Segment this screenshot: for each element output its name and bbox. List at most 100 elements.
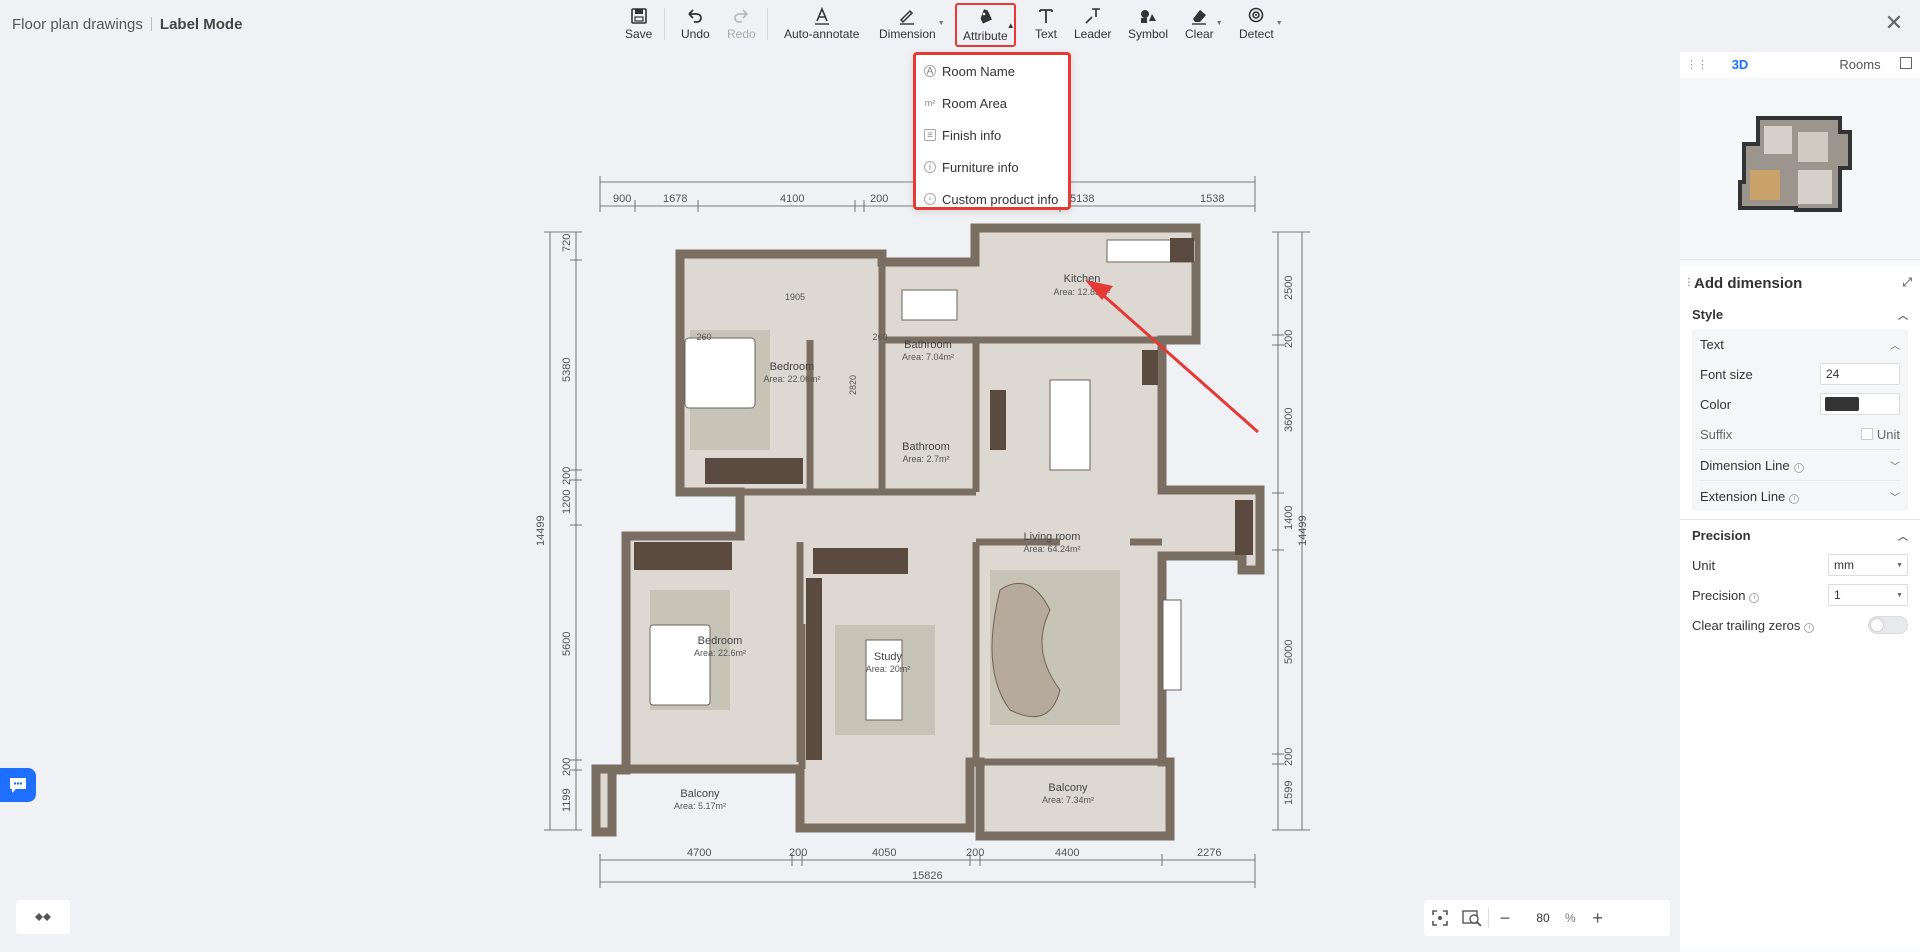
dim-right-1: 200 <box>1283 330 1295 348</box>
redo-button[interactable]: Redo <box>727 6 756 44</box>
dim-bottom-0: 4700 <box>687 847 711 859</box>
dim-right-total: 14499 <box>1297 515 1309 546</box>
leader-icon <box>1085 8 1100 24</box>
chevron-down-icon: ▼ <box>1896 561 1903 569</box>
undo-button[interactable]: Undo <box>681 6 710 44</box>
room-label-bedroom-2: Bedroom <box>698 635 743 647</box>
precision-section-title: Precision <box>1692 527 1751 543</box>
symbol-icon <box>1141 10 1156 23</box>
dim-right-6: 1599 <box>1283 781 1295 805</box>
chat-icon <box>10 778 26 793</box>
room-area-bathroom-2: Area: 2.7m² <box>902 454 949 464</box>
chevron-up-icon: ︿ <box>1890 340 1900 352</box>
inner-dim: 260 <box>696 332 711 342</box>
room-area-balcony-1: Area: 5.17m² <box>674 801 726 811</box>
dim-left-total: 14499 <box>535 515 547 546</box>
leader-label: Leader <box>1074 27 1112 41</box>
dim-top-2: 4100 <box>780 193 804 205</box>
text-subsection-header[interactable]: Text ︿ <box>1692 329 1908 359</box>
auto-annotate-label: Auto-annotate <box>784 27 860 41</box>
save-button[interactable]: Save <box>625 6 652 44</box>
fit-view-button[interactable] <box>1424 902 1456 934</box>
menu-item-room-area[interactable]: m² Room Area <box>916 87 1068 119</box>
zoom-in-button[interactable]: + <box>1582 902 1614 934</box>
leader-button[interactable]: Leader <box>1074 6 1111 44</box>
dim-bottom-1: 200 <box>789 847 807 859</box>
save-label: Save <box>625 27 653 41</box>
drag-handle-icon[interactable]: ⋮⋮ <box>1684 277 1704 288</box>
unit-select[interactable]: mm ▼ <box>1828 554 1908 576</box>
zoom-region-button[interactable] <box>1456 902 1488 934</box>
dim-left-5: 200 <box>561 758 573 776</box>
zoom-out-button[interactable]: − <box>1489 902 1521 934</box>
minimap-tabs: 3D Rooms <box>1680 52 1920 76</box>
clear-button[interactable]: Clear ▼ <box>1185 6 1223 44</box>
undo-icon <box>688 9 703 23</box>
minimap-window-icon[interactable] <box>1900 57 1912 69</box>
redo-icon <box>734 9 748 23</box>
dimension-button[interactable]: Dimension ▼ <box>879 6 945 44</box>
menu-item-custom-product-info[interactable]: ◦ Custom product info <box>916 183 1068 215</box>
eraser-icon <box>1192 10 1207 25</box>
room-area-bathroom-1: Area: 7.04m² <box>902 352 954 362</box>
text-subsection: Text ︿ Font size 24 Color Suffix Unit Di… <box>1692 329 1908 511</box>
auto-annotate-button[interactable]: Auto-annotate <box>784 6 859 44</box>
unit-checkbox[interactable] <box>1860 428 1873 440</box>
dimension-icon <box>900 9 915 25</box>
dim-top-3: 200 <box>870 193 888 205</box>
menu-item-finish-info[interactable]: ≡ Finish info <box>916 119 1068 151</box>
style-section-header[interactable]: Style ︿ <box>1680 299 1920 329</box>
attribute-button[interactable]: Attribute ▲ <box>955 3 1016 47</box>
extension-line-header[interactable]: Extension Line i ﹀ <box>1692 481 1908 511</box>
dim-bottom-4: 4400 <box>1055 847 1079 859</box>
room-name-icon: A <box>924 65 936 77</box>
style-section-title: Style <box>1692 306 1724 322</box>
minimap: ⋮⋮ 3D Rooms <box>1680 52 1920 260</box>
dim-bottom-5: 2276 <box>1197 847 1221 859</box>
expand-icon[interactable]: ⤢ <box>1902 275 1912 290</box>
text-button[interactable]: Text <box>1035 6 1057 44</box>
zoom-input[interactable]: 80 <box>1521 906 1565 930</box>
close-icon[interactable]: ✕ <box>1882 12 1906 36</box>
precision-section-header[interactable]: Precision ︿ <box>1680 520 1920 550</box>
layers-icon <box>35 913 51 921</box>
chevron-down-icon: ▼ <box>937 20 945 27</box>
dimension-line-label: Dimension Line <box>1700 457 1790 473</box>
chevron-down-icon: ﹀ <box>1890 492 1900 504</box>
panel-header: ⋮⋮ Add dimension ⤢ <box>1680 267 1920 299</box>
color-swatch <box>1825 397 1859 411</box>
attribute-dropdown-menu: A Room Name m² Room Area ≡ Finish info i Fur… <box>913 52 1071 210</box>
drawing-canvas[interactable]: 900 1678 4100 200 5138 1538 720 5380 200… <box>0 50 1680 952</box>
dim-bottom-total: 15826 <box>912 870 943 882</box>
detect-button[interactable]: Detect ▼ <box>1239 6 1283 44</box>
dim-top-5: 1538 <box>1200 193 1224 205</box>
minimap-thumbnail[interactable] <box>1680 78 1920 258</box>
left-dimensions <box>544 231 582 831</box>
app-title[interactable]: Floor plan drawings <box>12 16 143 33</box>
color-row: Color <box>1692 389 1908 419</box>
info-icon: i <box>1804 622 1815 633</box>
symbol-button[interactable]: Symbol <box>1128 6 1168 44</box>
layers-button[interactable] <box>16 900 70 934</box>
precision-row: Precision i 1 ▼ <box>1680 580 1920 610</box>
menu-item-room-name[interactable]: A Room Name <box>916 55 1068 87</box>
drag-handle-icon[interactable]: ⋮⋮ <box>1686 58 1708 71</box>
menu-item-label: Furniture info <box>942 159 1019 175</box>
text-label: Text <box>1035 27 1058 41</box>
menu-item-furniture-info[interactable]: i Furniture info <box>916 151 1068 183</box>
floor-plan[interactable]: 900 1678 4100 200 5138 1538 720 5380 200… <box>530 170 1320 895</box>
clear-zeros-toggle[interactable] <box>1868 616 1908 634</box>
breadcrumb: Floor plan drawings Label Mode <box>12 16 242 33</box>
color-picker[interactable] <box>1820 393 1900 415</box>
font-size-input[interactable]: 24 <box>1820 363 1900 385</box>
attribute-tag-icon <box>980 8 993 24</box>
dimension-line-header[interactable]: Dimension Line i ﹀ <box>1692 450 1908 480</box>
precision-select[interactable]: 1 ▼ <box>1828 584 1908 606</box>
divider <box>767 8 768 40</box>
chat-button[interactable] <box>0 768 36 802</box>
dim-right-0: 2500 <box>1283 276 1295 300</box>
info-icon: i <box>1793 462 1804 473</box>
zoom-unit: % <box>1565 911 1576 925</box>
info-icon: i <box>1789 493 1800 504</box>
chevron-down-icon: ▼ <box>1896 591 1903 599</box>
